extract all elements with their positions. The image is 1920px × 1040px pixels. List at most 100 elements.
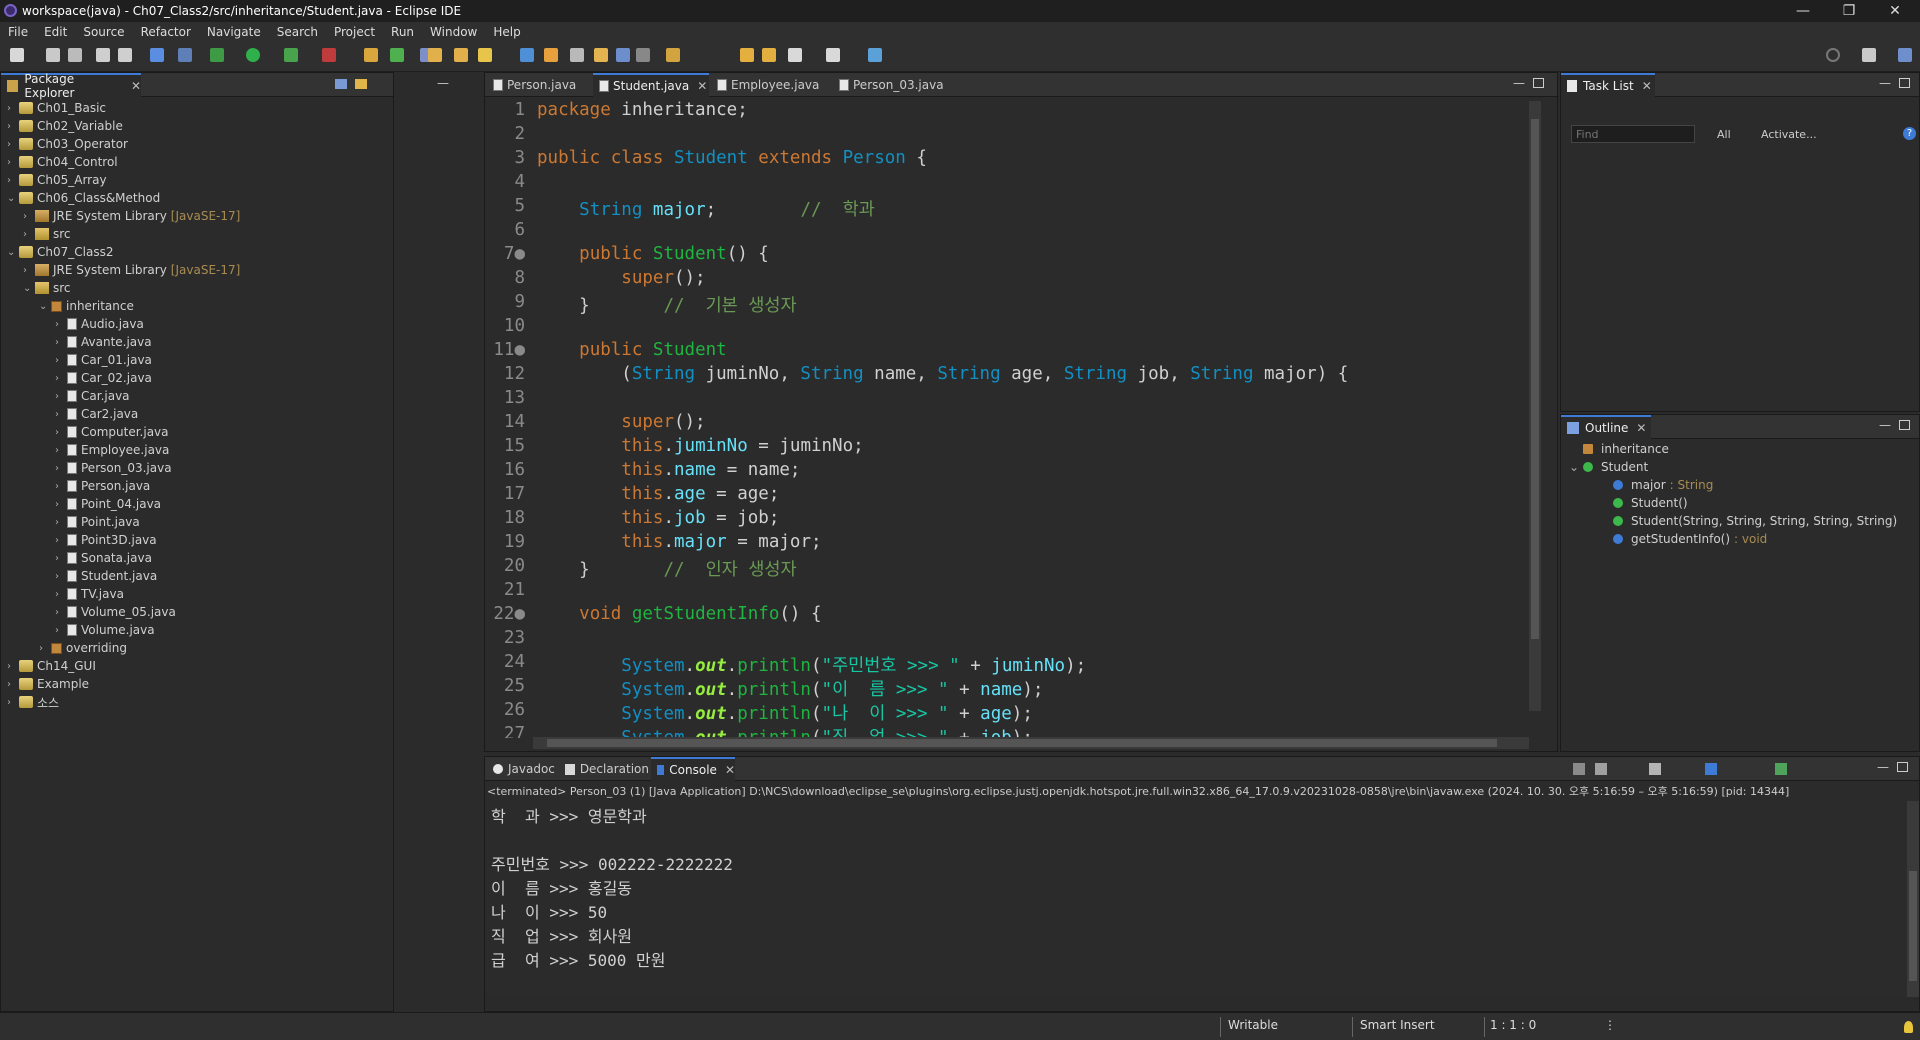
maximize-view-icon[interactable]	[1899, 420, 1910, 430]
new-icon[interactable]	[10, 48, 24, 62]
status-insert-mode[interactable]: Smart Insert	[1360, 1018, 1435, 1032]
tree-item[interactable]: › Car_02.java	[55, 369, 152, 387]
code-line[interactable]: this.major = major;	[537, 532, 821, 552]
chevron-right-icon[interactable]: ›	[55, 535, 67, 546]
tab-declaration[interactable]: Declaration	[559, 757, 649, 781]
tree-item[interactable]: › Student.java	[55, 567, 157, 585]
tree-item[interactable]: › Point3D.java	[55, 531, 157, 549]
toolbar-search-icon[interactable]	[1826, 48, 1840, 62]
chevron-right-icon[interactable]: ›	[55, 337, 67, 348]
chevron-right-icon[interactable]: ›	[7, 175, 19, 186]
chevron-right-icon[interactable]: ›	[7, 697, 19, 708]
chevron-right-icon[interactable]: ›	[55, 463, 67, 474]
editor-horizontal-scrollbar[interactable]	[533, 737, 1529, 749]
tree-item[interactable]: › Car2.java	[55, 405, 138, 423]
close-tab-icon[interactable]: ✕	[1636, 421, 1646, 435]
code-line[interactable]: System.out.println("이 름 >>> " + name);	[537, 676, 1043, 701]
clear-console-icon[interactable]	[1573, 763, 1585, 775]
tree-item[interactable]: › Ch14_GUI	[7, 657, 96, 675]
tab-javadoc[interactable]: Javadoc	[487, 757, 557, 781]
minimize-icon[interactable]: —	[1780, 0, 1826, 22]
back-icon[interactable]	[740, 48, 754, 62]
new-console-icon[interactable]	[1775, 763, 1787, 775]
code-line[interactable]: } // 기본 생성자	[537, 292, 796, 317]
coverage-icon[interactable]	[284, 48, 298, 62]
console-output[interactable]: 학 과 >>> 영문학과 주민번호 >>> 002222-2222222 이 름 >…	[485, 801, 1905, 997]
chevron-down-icon[interactable]: ⌄	[39, 301, 51, 312]
scrollbar-thumb[interactable]	[547, 739, 1497, 747]
chevron-right-icon[interactable]: ›	[55, 589, 67, 600]
tree-item[interactable]: › overriding	[39, 639, 127, 657]
remove-launch-icon[interactable]	[1595, 763, 1607, 775]
code-line[interactable]: void getStudentInfo() {	[537, 604, 821, 624]
navigate-back-icon[interactable]	[788, 48, 802, 62]
outline-item[interactable]: getStudentInfo(): void	[1599, 531, 1767, 547]
save-all-icon[interactable]	[68, 48, 82, 62]
chevron-right-icon[interactable]: ›	[7, 679, 19, 690]
outline-item[interactable]: Student(String, String, String, String, …	[1599, 513, 1897, 529]
code-line[interactable]: } // 인자 생성자	[537, 556, 796, 581]
tree-item[interactable]: › Person.java	[55, 477, 150, 495]
code-line[interactable]: public Student	[537, 340, 727, 360]
restore-icon[interactable]: ❐	[1826, 0, 1872, 22]
minimize-editor-icon[interactable]: —	[1513, 76, 1525, 90]
maximize-editor-icon[interactable]	[1533, 78, 1544, 88]
close-icon[interactable]: ✕	[1872, 0, 1918, 22]
chevron-right-icon[interactable]: ›	[55, 391, 67, 402]
tree-item[interactable]: ⌄ Ch06_Class&Method	[7, 189, 160, 207]
editor-vertical-scrollbar[interactable]	[1529, 101, 1541, 711]
tab-student-java[interactable]: Student.java ✕	[593, 73, 709, 97]
tab-person-03-java[interactable]: Person_03.java	[833, 73, 963, 97]
scrollbar-thumb[interactable]	[1531, 119, 1539, 639]
code-line[interactable]: this.job = job;	[537, 508, 779, 528]
tree-item[interactable]: › 소스	[7, 693, 59, 711]
chevron-right-icon[interactable]: ›	[55, 355, 67, 366]
tree-item[interactable]: › JRE System Library [JavaSE-17]	[23, 261, 240, 279]
menu-project[interactable]: Project	[326, 25, 383, 39]
open-perspective-icon[interactable]	[1862, 48, 1876, 62]
tab-person-java[interactable]: Person.java	[487, 73, 591, 97]
code-line[interactable]: System.out.println("직 업 >>> " + job);	[537, 724, 1033, 738]
code-line[interactable]: System.out.println("나 이 >>> " + age);	[537, 700, 1033, 725]
show-whitespace-icon[interactable]	[616, 48, 630, 62]
chevron-down-icon[interactable]: ⌄	[1569, 460, 1583, 474]
tree-item[interactable]: › JRE System Library [JavaSE-17]	[23, 207, 240, 225]
save-icon[interactable]	[46, 48, 60, 62]
minimize-view-icon[interactable]: —	[437, 76, 449, 90]
status-menu-icon[interactable]: ⋮	[1604, 1018, 1616, 1032]
new-java-project-icon[interactable]	[364, 48, 378, 62]
task-activate-link[interactable]: Activate...	[1761, 128, 1817, 141]
run-icon[interactable]	[246, 48, 260, 62]
tab-console[interactable]: Console ✕	[651, 757, 735, 781]
tree-item[interactable]: › src	[23, 225, 71, 243]
minimize-view-icon[interactable]: —	[1877, 760, 1889, 774]
scroll-lock-icon[interactable]	[1649, 763, 1661, 775]
chevron-right-icon[interactable]: ›	[55, 409, 67, 420]
task-find-input[interactable]	[1571, 125, 1695, 143]
tree-item[interactable]: › Sonata.java	[55, 549, 152, 567]
tree-item[interactable]: › Employee.java	[55, 441, 169, 459]
next-edit-icon[interactable]	[666, 48, 680, 62]
annotation-prev-icon[interactable]	[544, 48, 558, 62]
pilcrow-icon[interactable]	[636, 48, 650, 62]
code-line[interactable]: super();	[537, 268, 705, 288]
chevron-right-icon[interactable]: ›	[55, 481, 67, 492]
external-tools-icon[interactable]	[322, 48, 336, 62]
tree-item[interactable]: › Ch04_Control	[7, 153, 118, 171]
chevron-down-icon[interactable]: ⌄	[7, 193, 19, 204]
menu-file[interactable]: File	[0, 25, 36, 39]
chevron-right-icon[interactable]: ›	[55, 625, 67, 636]
code-line[interactable]: public Student() {	[537, 244, 769, 264]
new-package-icon[interactable]	[390, 48, 404, 62]
collapse-all-icon[interactable]	[335, 79, 347, 89]
menu-search[interactable]: Search	[269, 25, 326, 39]
chevron-right-icon[interactable]: ›	[39, 643, 51, 654]
chevron-right-icon[interactable]: ›	[55, 607, 67, 618]
chevron-down-icon[interactable]: ⌄	[7, 247, 19, 258]
pin-editor-icon[interactable]	[868, 48, 882, 62]
java-perspective-icon[interactable]	[1898, 48, 1912, 62]
open-task-icon[interactable]	[454, 48, 468, 62]
toggle-mark-occurrences-icon[interactable]	[570, 48, 584, 62]
task-filter-all[interactable]: All	[1717, 128, 1731, 141]
tree-item[interactable]: › Car_01.java	[55, 351, 152, 369]
